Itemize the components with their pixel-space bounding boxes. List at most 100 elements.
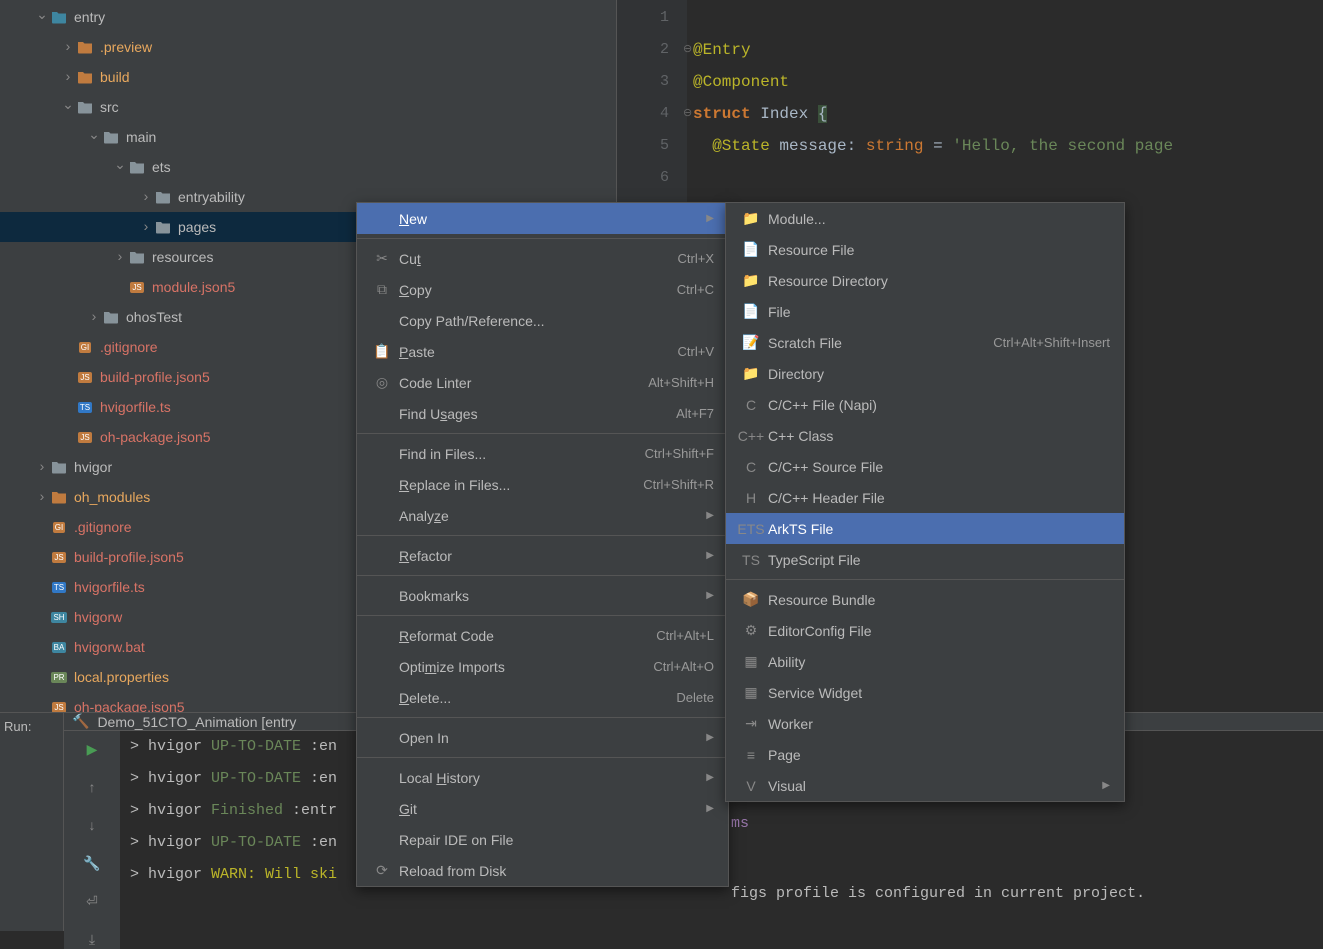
chevron-icon[interactable] [60,99,76,116]
menu-item-directory[interactable]: 📁Directory [726,358,1124,389]
wrench-icon[interactable]: 🔧 [82,853,102,873]
menu-item-optimize-imports[interactable]: Optimize ImportsCtrl+Alt+O [357,651,728,682]
tree-item-src[interactable]: src [0,92,616,122]
chevron-icon[interactable] [138,219,154,235]
menu-item-editorconfig-file[interactable]: ⚙EditorConfig File [726,615,1124,646]
folder-icon [76,99,94,115]
code-token: struct [693,105,760,123]
menu-item-new[interactable]: New▶ [357,203,728,234]
menu-item-paste[interactable]: 📋PasteCtrl+V [357,336,728,367]
chevron-icon[interactable] [86,129,102,146]
menu-item-service-widget[interactable]: ▦Service Widget [726,677,1124,708]
submenu-new[interactable]: 📁Module...📄Resource File📁Resource Direct… [725,202,1125,802]
export-icon[interactable]: ⤓ [82,929,102,949]
code-token: figs profile is configured in current pr… [731,885,1145,902]
folder-icon [76,39,94,55]
hammer-icon: 🔨 [72,713,89,730]
menu-item-reload-from-disk[interactable]: ⟳Reload from Disk [357,855,728,886]
menu-item-resource-bundle[interactable]: 📦Resource Bundle [726,584,1124,615]
menu-item-resource-directory[interactable]: 📁Resource Directory [726,265,1124,296]
context-menu[interactable]: New▶ ✂CutCtrl+X⧉CopyCtrl+CCopy Path/Refer… [356,202,729,887]
down-icon[interactable]: ↓ [82,815,102,835]
tree-item--preview[interactable]: .preview [0,32,616,62]
menu-item-file[interactable]: 📄File [726,296,1124,327]
chevron-icon[interactable] [34,9,50,26]
menu-label: Git [399,801,706,817]
run-tab-label[interactable]: Demo_51CTO_Animation [entry [97,714,296,730]
menu-icon: C [740,459,762,475]
tree-item-label: hvigorfile.ts [74,579,145,595]
wrap-icon[interactable]: ⏎ [82,891,102,911]
menu-icon: C [740,397,762,413]
run-button[interactable]: ▶ [82,739,102,759]
menu-item-open-in[interactable]: Open In▶ [357,722,728,753]
menu-item-ability[interactable]: ▦Ability [726,646,1124,677]
menu-icon: ⇥ [740,715,762,732]
menu-item-visual[interactable]: VVisual▶ [726,770,1124,801]
menu-item-arkts-file[interactable]: ETSArkTS File [726,513,1124,544]
tree-item-entry[interactable]: entry [0,2,616,32]
chevron-icon[interactable] [60,69,76,85]
chevron-icon[interactable] [86,309,102,325]
menu-icon: H [740,490,762,506]
menu-item-reformat-code[interactable]: Reformat CodeCtrl+Alt+L [357,620,728,651]
chevron-icon[interactable] [112,249,128,265]
menu-label: Copy [399,282,677,298]
tree-item-main[interactable]: main [0,122,616,152]
menu-item-find-in-files---[interactable]: Find in Files...Ctrl+Shift+F [357,438,728,469]
menu-item-code-linter[interactable]: ◎Code LinterAlt+Shift+H [357,367,728,398]
menu-label: Local History [399,770,706,786]
menu-icon: 📋 [371,343,393,360]
tree-item-build[interactable]: build [0,62,616,92]
menu-item-module---[interactable]: 📁Module... [726,203,1124,234]
menu-item-copy-path-reference---[interactable]: Copy Path/Reference... [357,305,728,336]
menu-item-git[interactable]: Git▶ [357,793,728,824]
menu-label: Service Widget [768,685,1110,701]
menu-label: Repair IDE on File [399,832,714,848]
code-token: : [847,137,866,155]
tree-item-label: .preview [100,39,152,55]
file-icon: BA [50,639,68,655]
file-icon: JS [128,279,146,295]
menu-item-analyze[interactable]: Analyze▶ [357,500,728,531]
folder-icon [76,69,94,85]
menu-item-copy[interactable]: ⧉CopyCtrl+C [357,274,728,305]
menu-item-typescript-file[interactable]: TSTypeScript File [726,544,1124,575]
menu-icon: ⟳ [371,862,393,879]
menu-icon: 📁 [740,210,762,227]
menu-item-local-history[interactable]: Local History▶ [357,762,728,793]
submenu-arrow-icon: ▶ [706,732,714,743]
tree-item-label: oh_modules [74,489,150,505]
menu-item-page[interactable]: ≡Page [726,739,1124,770]
menu-item-delete---[interactable]: Delete...Delete [357,682,728,713]
menu-item-worker[interactable]: ⇥Worker [726,708,1124,739]
menu-item-scratch-file[interactable]: 📝Scratch FileCtrl+Alt+Shift+Insert [726,327,1124,358]
tree-item-ets[interactable]: ets [0,152,616,182]
menu-label: C/C++ Source File [768,459,1110,475]
menu-item-c-c---file--napi-[interactable]: CC/C++ File (Napi) [726,389,1124,420]
tree-item-label: .gitignore [100,339,158,355]
up-icon[interactable]: ↑ [82,777,102,797]
chevron-icon[interactable] [34,459,50,475]
menu-item-refactor[interactable]: Refactor▶ [357,540,728,571]
menu-shortcut: Ctrl+C [677,282,714,297]
code-token: @State [712,137,779,155]
menu-item-cut[interactable]: ✂CutCtrl+X [357,243,728,274]
menu-item-replace-in-files---[interactable]: Replace in Files...Ctrl+Shift+R [357,469,728,500]
menu-item-c-c---source-file[interactable]: C C/C++ Source File [726,451,1124,482]
menu-item-find-usages[interactable]: Find UsagesAlt+F7 [357,398,728,429]
tree-item-label: module.json5 [152,279,235,295]
menu-item-c---class[interactable]: C++C++ Class [726,420,1124,451]
chevron-icon[interactable] [138,189,154,205]
menu-item-bookmarks[interactable]: Bookmarks▶ [357,580,728,611]
tree-item-label: pages [178,219,216,235]
chevron-icon[interactable] [34,489,50,505]
menu-item-repair-ide-on-file[interactable]: Repair IDE on File [357,824,728,855]
tree-item-label: build [100,69,130,85]
chevron-icon[interactable] [60,39,76,55]
menu-item-c-c---header-file[interactable]: HC/C++ Header File [726,482,1124,513]
file-icon: JS [50,699,68,712]
chevron-icon[interactable] [112,159,128,176]
menu-icon: 📦 [740,591,762,608]
menu-item-resource-file[interactable]: 📄Resource File [726,234,1124,265]
